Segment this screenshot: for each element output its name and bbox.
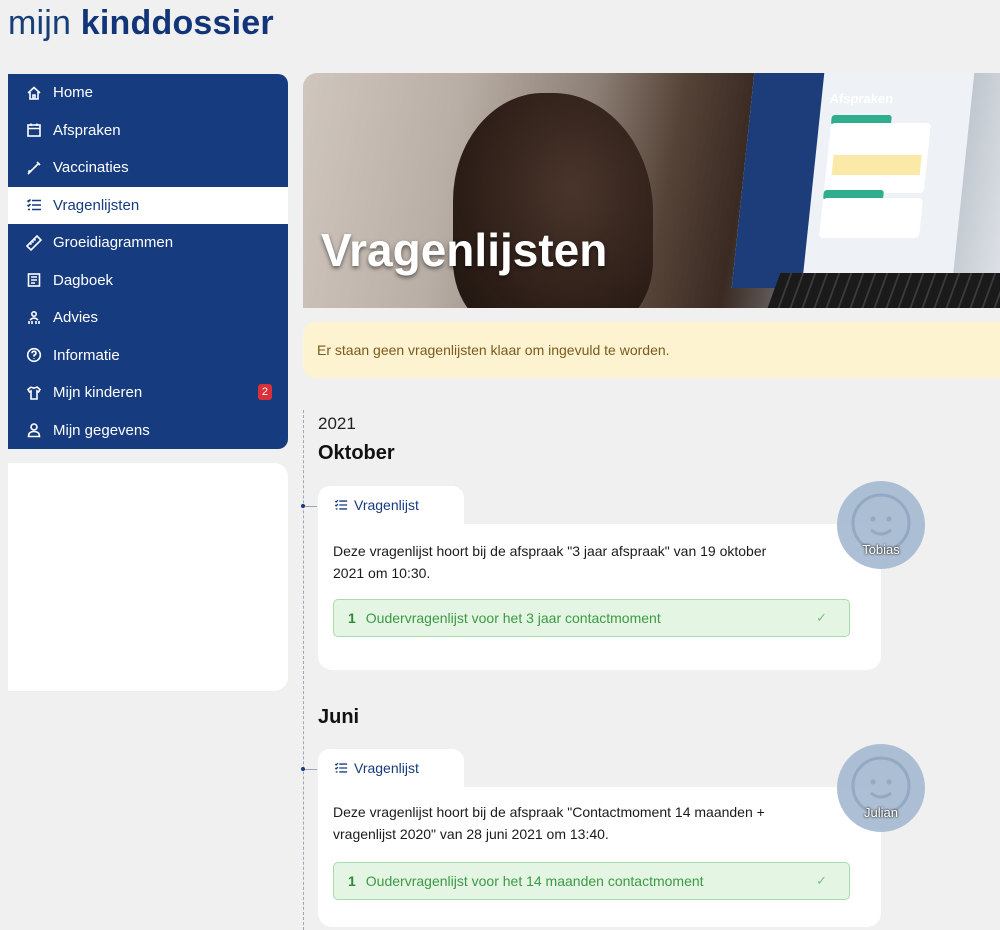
- result-label: Oudervragenlijst voor het 3 jaar contact…: [365, 610, 661, 626]
- questionnaire-tab[interactable]: Vragenlijst: [318, 486, 464, 524]
- sidebar-item-label: Home: [53, 84, 94, 102]
- user-icon: [26, 422, 42, 438]
- hero-banner: Afspraken Vragenlijsten: [303, 73, 1000, 308]
- brand-logo[interactable]: mijn kinddossier: [8, 4, 274, 43]
- timeline-connector: [303, 769, 317, 770]
- brand-logo-name: kinddossier: [80, 4, 274, 42]
- result-label: Oudervragenlijst voor het 14 maanden con…: [365, 873, 704, 889]
- questionnaire-result-item[interactable]: 1 Oudervragenlijst voor het 3 jaar conta…: [333, 599, 850, 637]
- ruler-icon: [26, 234, 42, 251]
- questionnaire-tab-label: Vragenlijst: [354, 760, 419, 776]
- shirt-icon: [26, 385, 42, 401]
- page-title: Vragenlijsten: [321, 224, 608, 276]
- sidebar-item-label: Vragenlijsten: [53, 196, 140, 214]
- sidebar-item-label: Afspraken: [53, 121, 121, 139]
- timeline-dot: [301, 504, 305, 508]
- info-notice: Er staan geen vragenlijsten klaar om ing…: [303, 322, 1000, 378]
- people-icon: [26, 310, 42, 326]
- checklist-icon: [334, 762, 348, 773]
- sidebar-item-groeidiagrammen[interactable]: Groeidiagrammen: [8, 224, 288, 262]
- questionnaire-card: Vragenlijst Deze vragenlijst hoort bij d…: [318, 486, 881, 670]
- sidebar-item-dagboek[interactable]: Dagboek: [8, 262, 288, 300]
- question-icon: [26, 347, 42, 363]
- syringe-icon: [26, 160, 42, 176]
- home-icon: [26, 85, 42, 101]
- sidebar-item-label: Informatie: [53, 346, 120, 364]
- timeline-month: Juni: [318, 706, 360, 728]
- sidebar-nav: Home Afspraken Vaccinaties Vragenlijsten…: [8, 74, 288, 449]
- timeline-line: [303, 410, 304, 930]
- sidebar-item-label: Vaccinaties: [53, 159, 129, 177]
- child-avatar[interactable]: Julian: [837, 744, 925, 832]
- sidebar-item-vaccinaties[interactable]: Vaccinaties: [8, 149, 288, 187]
- sidebar-item-label: Groeidiagrammen: [53, 234, 174, 252]
- sidebar-item-afspraken[interactable]: Afspraken: [8, 112, 288, 150]
- child-avatar[interactable]: Tobias: [837, 481, 925, 569]
- questionnaire-tab[interactable]: Vragenlijst: [318, 749, 464, 787]
- hero-photo-keyboard: [765, 273, 1000, 308]
- sidebar-item-mijn-kinderen[interactable]: Mijn kinderen 2: [8, 374, 288, 412]
- questionnaire-card: Vragenlijst Deze vragenlijst hoort bij d…: [318, 749, 881, 927]
- check-icon: ✓: [816, 873, 827, 888]
- sidebar-item-label: Dagboek: [53, 271, 114, 289]
- notice-text: Er staan geen vragenlijsten klaar om ing…: [317, 342, 670, 358]
- sidebar-item-advies[interactable]: Advies: [8, 299, 288, 337]
- timeline-connector: [303, 506, 317, 507]
- check-icon: ✓: [816, 610, 827, 625]
- hero-photo-laptop-screen: Afspraken: [731, 73, 975, 288]
- child-name: Julian: [864, 805, 898, 820]
- child-name: Tobias: [862, 542, 900, 557]
- timeline-month: Oktober: [318, 442, 395, 464]
- sidebar-item-mijn-gegevens[interactable]: Mijn gegevens: [8, 412, 288, 450]
- timeline-year: 2021: [318, 414, 356, 433]
- timeline-dot: [301, 767, 305, 771]
- sidebar-item-home[interactable]: Home: [8, 74, 288, 112]
- questionnaire-description: Deze vragenlijst hoort bij de afspraak "…: [333, 543, 767, 581]
- brand-logo-prefix: mijn: [8, 4, 81, 42]
- sidebar-item-label: Mijn gegevens: [53, 421, 150, 439]
- hero-screen-heading: Afspraken: [828, 91, 894, 106]
- sidebar-secondary-panel: [8, 463, 288, 691]
- questionnaire-result-item[interactable]: 1 Oudervragenlijst voor het 14 maanden c…: [333, 862, 850, 900]
- questionnaire-tab-label: Vragenlijst: [354, 497, 419, 513]
- sidebar-item-label: Mijn kinderen: [53, 384, 143, 402]
- result-number: 1: [348, 610, 356, 626]
- checklist-icon: [334, 499, 348, 510]
- book-icon: [26, 272, 42, 288]
- notification-badge: 2: [257, 384, 272, 400]
- result-number: 1: [348, 873, 356, 889]
- checklist-icon: [26, 197, 42, 213]
- sidebar-item-label: Advies: [53, 309, 99, 327]
- calendar-icon: [26, 122, 42, 138]
- questionnaire-description: Deze vragenlijst hoort bij de afspraak "…: [333, 804, 765, 842]
- sidebar-item-informatie[interactable]: Informatie: [8, 337, 288, 375]
- sidebar-item-vragenlijsten[interactable]: Vragenlijsten: [8, 186, 288, 224]
